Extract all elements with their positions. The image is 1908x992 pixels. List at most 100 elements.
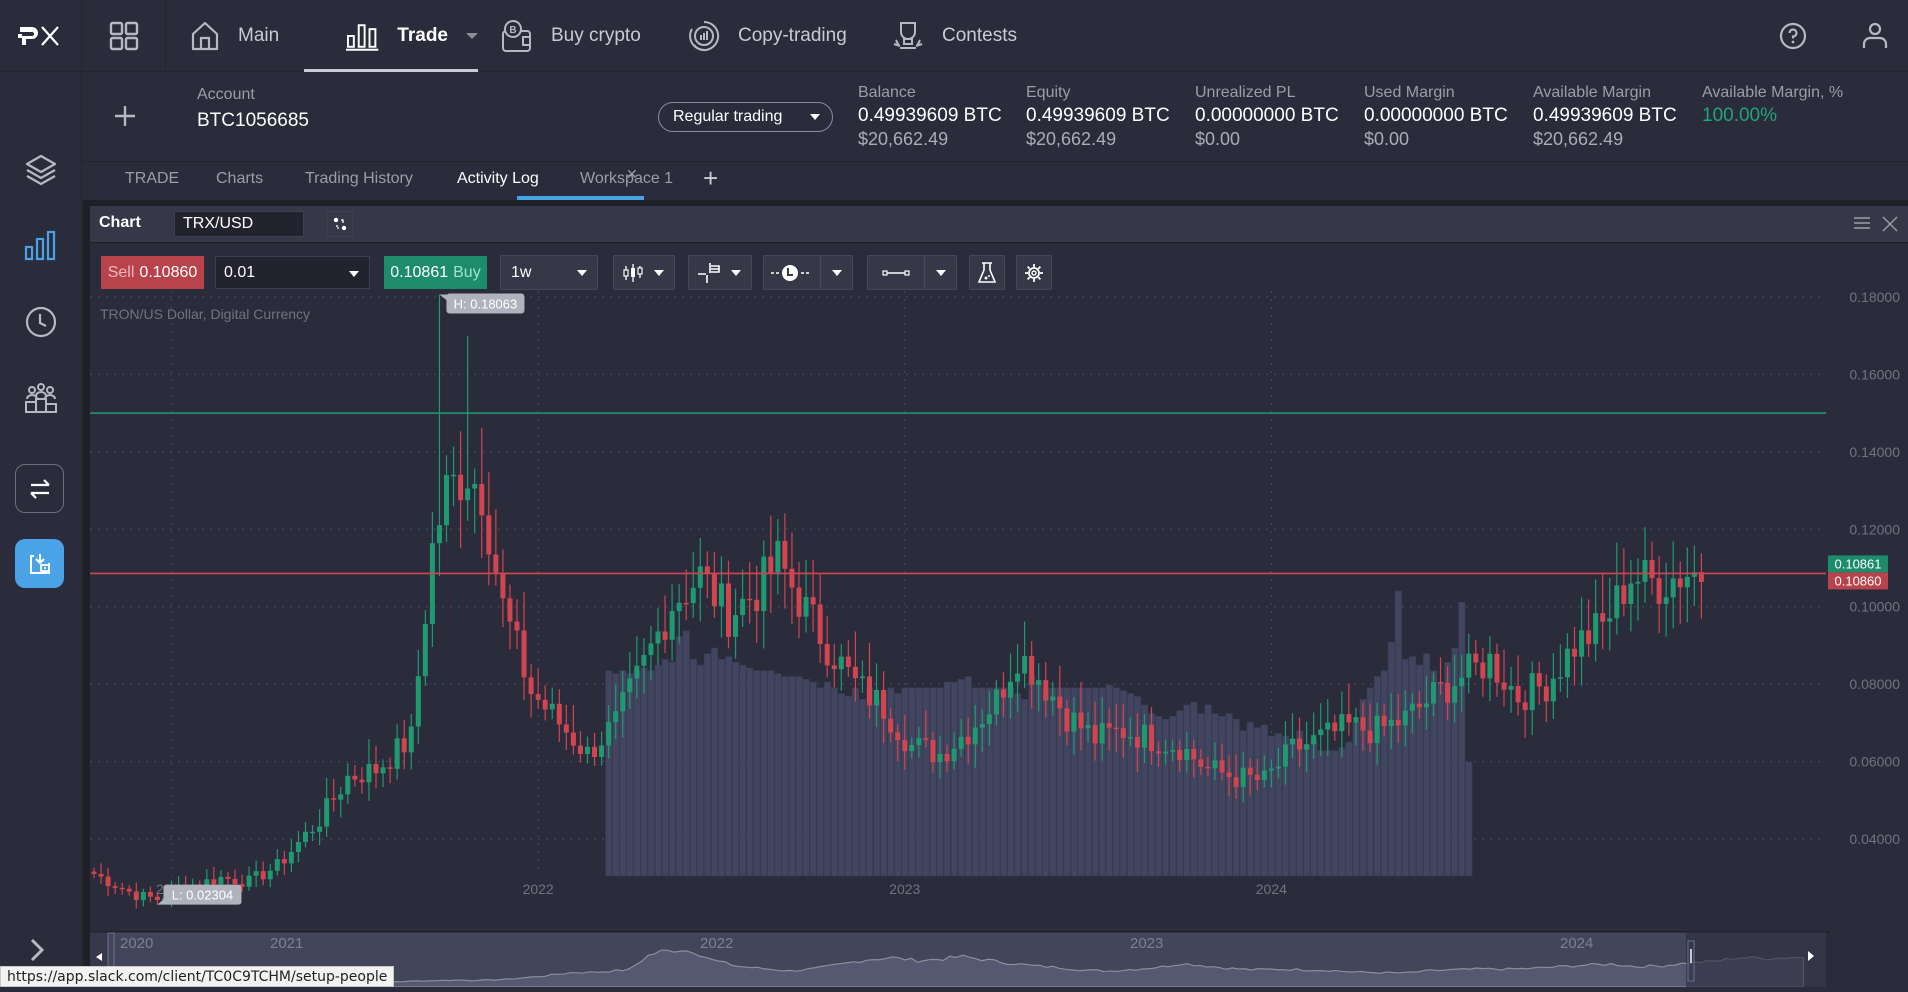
candle-body (817, 604, 823, 644)
volume-bar (1155, 716, 1163, 877)
candle-down (1677, 561, 1683, 624)
stat-usd-value: $0.00 (1364, 129, 1410, 149)
candle-down (507, 584, 513, 650)
compare-symbols-button[interactable] (327, 211, 353, 237)
nav-copy-trading[interactable]: Copy-trading (688, 0, 847, 72)
help-button[interactable] (1777, 20, 1809, 52)
volume-bar (668, 661, 676, 877)
navigator-tick-label: 2023 (1130, 935, 1163, 952)
candle-down (1515, 655, 1521, 716)
account-id[interactable]: BTC1056685 (197, 110, 309, 132)
chart-title: Chart (99, 214, 141, 231)
candle-body (895, 732, 901, 741)
stat-available-margin-percent: Available Margin, % 100.00% (1702, 84, 1843, 127)
stat-usd-value: $20,662.49 (858, 129, 949, 149)
nav-trade-label: Trade (397, 25, 448, 46)
candle-body (902, 740, 908, 752)
tab-trading-history[interactable]: Trading History (305, 170, 413, 200)
nav-trade[interactable]: Trade (304, 0, 478, 72)
nav-contests[interactable]: Contests (892, 0, 1017, 72)
left-sidebar (0, 72, 82, 987)
candle-body (930, 739, 936, 763)
candle-body (119, 887, 125, 890)
candle-body (1219, 760, 1225, 773)
stat-label: Available Margin, % (1702, 84, 1844, 101)
price-chart[interactable]: 0.18000 0.16000 0.14000 0.12000 0.10000 0.080… (90, 289, 1908, 931)
volume-bar (1014, 693, 1022, 877)
candle-body (1621, 585, 1627, 604)
candle-body (218, 876, 224, 885)
add-account-button[interactable] (111, 102, 139, 130)
high-marker-label: H: 0.18063 (454, 297, 518, 312)
candle-body (493, 554, 499, 573)
chart-settings-button[interactable] (1016, 255, 1052, 290)
candle-down (486, 472, 492, 586)
candle-body (958, 736, 964, 749)
nav-buy-crypto[interactable]: B Buy crypto (501, 0, 641, 72)
candle-body (620, 692, 626, 712)
user-profile-button[interactable] (1859, 20, 1891, 52)
tab-workspace-1[interactable]: Workspace 1 (580, 170, 673, 200)
chart-type-select[interactable] (613, 255, 675, 290)
volume-bar (753, 670, 761, 877)
candle-body (1529, 673, 1535, 711)
expand-sidebar-button[interactable] (22, 935, 52, 965)
candle-body (1141, 724, 1147, 748)
account-label: Account (197, 86, 255, 103)
trading-mode-select[interactable]: Regular trading (658, 102, 833, 132)
y-tick-label: 0.12000 (1849, 521, 1900, 537)
candle-body (1388, 719, 1394, 726)
stat-label: Equity (1026, 84, 1071, 101)
sidebar-item-trade[interactable] (21, 226, 61, 266)
indicators-select[interactable] (688, 255, 752, 290)
tab-charts[interactable]: Charts (216, 170, 263, 200)
candle-body (1318, 729, 1324, 736)
volume-bar (1268, 736, 1275, 877)
sidebar-deposit-button[interactable] (15, 539, 64, 588)
candle-down (563, 704, 569, 751)
studies-button[interactable] (969, 255, 1005, 290)
candle-body (592, 746, 598, 758)
panel-menu-button[interactable] (1854, 216, 1870, 230)
logo[interactable] (0, 0, 82, 72)
clock-line-icon (771, 264, 809, 281)
sell-button[interactable]: Sell 0.10860 (101, 256, 204, 289)
candle-body (422, 623, 428, 677)
trophy-icon (893, 22, 923, 49)
candle-body (1325, 722, 1331, 730)
close-panel-button[interactable] (1882, 216, 1898, 232)
sell-label: Sell (107, 263, 135, 281)
stat-label: Used Margin (1364, 84, 1455, 101)
candle-body (951, 748, 957, 762)
volume-bar (1345, 741, 1353, 877)
drawing-tools-select[interactable] (867, 255, 957, 290)
sidebar-item-history[interactable] (21, 302, 61, 342)
nav-main[interactable]: Main (190, 0, 279, 72)
candle-body (662, 631, 668, 640)
time-tools-select[interactable] (763, 255, 853, 290)
price-chart-svg[interactable]: 0.18000 0.16000 0.14000 0.12000 0.10000 0.080… (90, 289, 1908, 931)
sidebar-transfer-button[interactable] (15, 464, 64, 513)
stat-label: Unrealized PL (1195, 84, 1296, 101)
add-tab-button[interactable]: + (703, 163, 718, 194)
candle-body (1473, 653, 1479, 663)
candle-up (295, 830, 301, 863)
symbol-input[interactable] (174, 211, 304, 237)
candle-down (387, 757, 393, 784)
chevron-down-icon (349, 271, 359, 277)
buy-button[interactable]: 0.10861 Buy (384, 256, 487, 289)
candle-body (1050, 696, 1056, 701)
quantity-select[interactable]: 0.01 (215, 256, 370, 289)
candle-body (1106, 723, 1112, 728)
candle-down (1621, 548, 1627, 617)
candle-body (986, 714, 992, 725)
sidebar-item-portfolio[interactable] (21, 150, 61, 190)
bar-chart-icon (24, 230, 56, 261)
apps-grid-button[interactable] (82, 0, 166, 72)
candle-up (1564, 633, 1570, 699)
sidebar-item-community[interactable] (21, 378, 61, 418)
timeframe-select[interactable]: 1w (500, 255, 598, 290)
volume-bar (725, 656, 733, 877)
tab-trade[interactable]: TRADE (125, 170, 179, 200)
candle-up (549, 687, 555, 720)
